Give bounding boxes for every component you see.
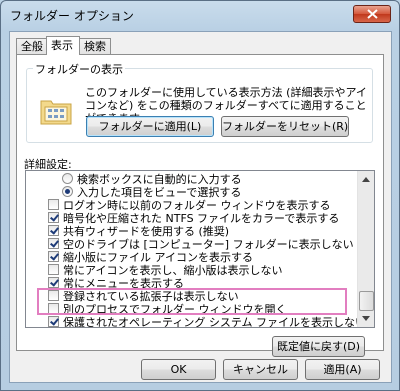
close-button[interactable] [353, 5, 391, 23]
scroll-up-icon[interactable] [359, 172, 373, 187]
vertical-scrollbar[interactable] [357, 171, 374, 327]
list-item-label: 別のプロセスでフォルダー ウィンドウを開く [63, 303, 287, 316]
list-item-label: ログオン時に以前のフォルダー ウィンドウを表示する [63, 199, 331, 212]
list-item[interactable]: 常にメニューを表示する [26, 277, 358, 290]
checkbox-separate-process[interactable] [48, 303, 59, 314]
ok-button[interactable]: OK [141, 359, 216, 380]
list-item-label: 常にアイコンを表示し、縮小版は表示しない [63, 264, 283, 277]
list-item[interactable]: 縮小版にファイル アイコンを表示する [26, 251, 358, 264]
list-item[interactable]: 常にアイコンを表示し、縮小版は表示しない [26, 264, 358, 277]
restore-defaults-button[interactable]: 既定値に戻す(D) [272, 336, 365, 357]
list-item-label: 常にメニューを表示する [63, 277, 184, 290]
dialog-client: 全般 表示 検索 このフォルダーに使用している表示方法 (詳細表示やアイコンなど… [9, 31, 392, 383]
folder-options-dialog: フォルダー オプション 全般 表示 検索 このフォルダーに使用している表示方法 … [0, 0, 400, 391]
advanced-settings-list[interactable]: 検索ボックスに自動的に入力する 入力した項目をビューで選択する ログオン時に以前… [25, 170, 375, 328]
checkbox-hide-protected-files[interactable] [48, 316, 59, 327]
radio-auto-type[interactable] [62, 173, 73, 184]
apply-button[interactable]: 適用(A) [305, 359, 380, 380]
list-item[interactable]: 共有ウィザードを使用する (推奨) [26, 225, 358, 238]
reset-folders-button[interactable]: フォルダーをリセット(R) [221, 116, 349, 137]
list-item[interactable]: 別のプロセスでフォルダー ウィンドウを開く [26, 303, 358, 316]
list-item-label: 縮小版にファイル アイコンを表示する [63, 251, 253, 264]
list-item[interactable]: 暗号化や圧縮された NTFS ファイルをカラーで表示する [26, 212, 358, 225]
scrollbar-thumb[interactable] [359, 291, 374, 311]
list-item[interactable]: ログオン時に以前のフォルダー ウィンドウを表示する [26, 199, 358, 212]
list-item-label: 空のドライブは [コンピューター] フォルダーに表示しない [63, 238, 354, 251]
checkbox-always-icons[interactable] [48, 264, 59, 275]
list-item[interactable]: 空のドライブは [コンピューター] フォルダーに表示しない [26, 238, 358, 251]
list-item-label: 入力した項目をビューで選択する [77, 186, 242, 199]
list-item-label: 保護されたオペレーティング システム ファイルを表示しない (推奨) [63, 316, 375, 328]
cancel-button[interactable]: キャンセル [223, 359, 298, 380]
tab-view[interactable]: 表示 [46, 36, 80, 55]
folder-view-icon [40, 100, 72, 125]
list-item[interactable]: 入力した項目をビューで選択する [26, 186, 358, 199]
list-item-label: 暗号化や圧縮された NTFS ファイルをカラーで表示する [63, 212, 340, 225]
close-icon [367, 9, 378, 19]
checkbox-always-menus[interactable] [48, 277, 59, 288]
list-item-label: 検索ボックスに自動的に入力する [77, 173, 242, 186]
checkbox-sharing-wizard[interactable] [48, 225, 59, 236]
list-item[interactable]: 検索ボックスに自動的に入力する [26, 173, 358, 186]
list-item-label: 登録されている拡張子は表示しない [63, 290, 239, 303]
list-item-label: 共有ウィザードを使用する (推奨) [63, 225, 230, 238]
window-title: フォルダー オプション [10, 9, 134, 23]
checkbox-restore-windows[interactable] [48, 199, 59, 210]
view-tab-panel: このフォルダーに使用している表示方法 (詳細表示やアイコンなど) をこの種類のフ… [16, 54, 384, 357]
list-item[interactable]: 登録されている拡張子は表示しない [26, 290, 358, 303]
tab-search[interactable]: 検索 [79, 38, 111, 54]
radio-select-in-view[interactable] [62, 186, 73, 197]
tab-general[interactable]: 全般 [16, 38, 47, 54]
scroll-down-icon[interactable] [359, 311, 373, 326]
apply-to-folders-button[interactable]: フォルダーに適用(L) [86, 116, 214, 137]
folder-view-group: このフォルダーに使用している表示方法 (詳細表示やアイコンなど) をこの種類のフ… [26, 68, 373, 143]
checkbox-hide-extensions[interactable] [48, 290, 59, 301]
checkbox-hide-empty-drives[interactable] [48, 238, 59, 249]
checkbox-color-ntfs[interactable] [48, 212, 59, 223]
checkbox-thumbnail-icons[interactable] [48, 251, 59, 262]
folder-view-group-label: フォルダーの表示 [33, 61, 125, 77]
list-item[interactable]: 保護されたオペレーティング システム ファイルを表示しない (推奨) [26, 316, 374, 327]
